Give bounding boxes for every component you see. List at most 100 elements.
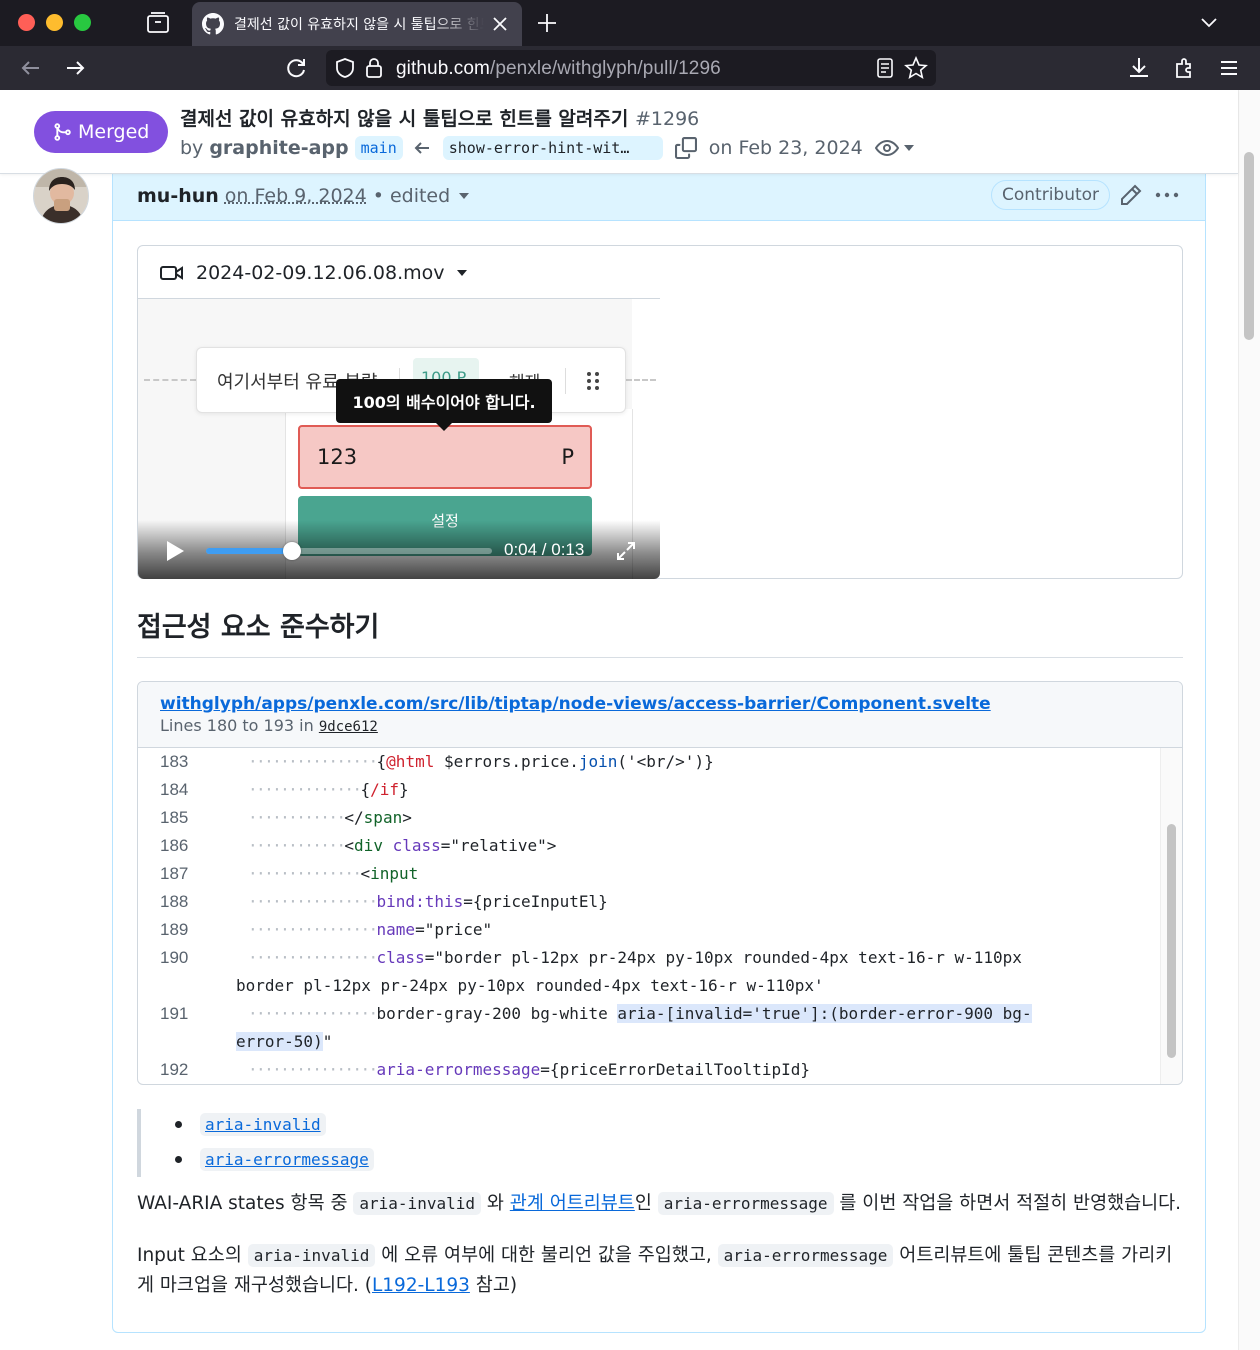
pr-number: #1296 [634, 108, 700, 130]
caret-down-icon[interactable] [458, 191, 470, 201]
paragraph: Input 요소의 aria-invalid 에 오류 여부에 대한 불리언 값… [137, 1241, 1172, 1271]
list-item: aria-invalid [175, 1113, 326, 1136]
line-number[interactable]: 191 [160, 1004, 210, 1024]
tab-manager-icon[interactable] [145, 11, 171, 35]
line-number[interactable]: 186 [160, 836, 210, 856]
pr-sticky-header: Merged 결제선 값이 유효하지 않을 시 툴팁으로 힌트를 알려주기 #1… [0, 90, 1238, 174]
copy-icon[interactable] [674, 137, 697, 159]
list-item: aria-errormessage [175, 1148, 374, 1171]
line-number[interactable]: 184 [160, 780, 210, 800]
seek-progress [206, 548, 292, 554]
file-path-link[interactable]: withglyph/apps/penxle.com/src/lib/tiptap… [160, 694, 991, 714]
lines-range: Lines 180 to 193 in [160, 716, 314, 735]
play-icon[interactable] [164, 539, 186, 563]
paragraph-continuation: 게 마크업을 재구성했습니다. (L192-L193 참고) [137, 1271, 517, 1301]
merged-status-badge: Merged [34, 111, 168, 153]
video-filename: 2024-02-09.12.06.08.mov [196, 262, 445, 284]
line-range-link[interactable]: L192-L193 [372, 1275, 470, 1296]
code-line: ··············<input [248, 864, 419, 883]
comment-date-link[interactable]: on Feb 9, 2024 [225, 185, 367, 207]
code-scroll-thumb[interactable] [1167, 824, 1176, 1058]
page-content: Merged 결제선 값이 유효하지 않을 시 툴팁으로 힌트를 알려주기 #1… [0, 90, 1260, 1350]
video-summary-toggle[interactable]: 2024-02-09.12.06.08.mov [160, 262, 480, 284]
pr-author-link[interactable]: graphite-app [209, 137, 348, 159]
aria-errormessage-link[interactable]: aria-errormessage [200, 1148, 374, 1171]
more-options-icon[interactable] [1153, 183, 1181, 207]
git-merge-icon [54, 123, 71, 141]
contributor-badge: Contributor [991, 180, 1111, 210]
text: 게 마크업을 재구성했습니다. ( [137, 1275, 372, 1296]
merged-label: Merged [78, 121, 150, 143]
browser-titlebar: 결제선 값이 유효하지 않을 시 툴팁으로 힌트를 알려주기 #1296 [0, 0, 1260, 46]
code-line: ············<div class="relative"> [248, 836, 557, 855]
comment-author-link[interactable]: mu-hun [137, 185, 219, 207]
browser-navbar: github.com/penxle/withglyph/pull/1296 [0, 46, 1260, 90]
pencil-icon[interactable] [1119, 183, 1143, 207]
drag-handle-icon [587, 372, 599, 390]
line-number[interactable]: 185 [160, 808, 210, 828]
page-scroll-thumb[interactable] [1244, 152, 1254, 340]
text: 인 [634, 1193, 652, 1214]
back-arrow-icon[interactable] [18, 55, 44, 81]
url-bar[interactable]: github.com/penxle/withglyph/pull/1296 [326, 50, 936, 86]
paragraph: WAI-ARIA states 항목 중 aria-invalid 와 관계 어… [137, 1189, 1181, 1219]
commit-sha-link[interactable]: 9dce612 [319, 719, 378, 735]
extensions-icon[interactable] [1172, 55, 1198, 81]
close-window-button[interactable] [18, 14, 35, 31]
error-tooltip: 100의 배수이어야 합니다. [336, 379, 552, 431]
lock-icon[interactable] [364, 56, 384, 80]
line-number[interactable]: 183 [160, 752, 210, 772]
tab-title: 결제선 값이 유효하지 않을 시 툴팁으로 힌트를 알려주기 #1296 [234, 17, 484, 33]
bookmark-star-icon[interactable] [904, 56, 928, 80]
avatar[interactable] [33, 168, 89, 224]
chevron-down-icon[interactable] [1198, 12, 1220, 34]
code-permalink: withglyph/apps/penxle.com/src/lib/tiptap… [137, 681, 1183, 1085]
downloads-icon[interactable] [1126, 55, 1152, 81]
eye-icon[interactable] [874, 138, 899, 158]
shield-icon[interactable] [334, 57, 356, 79]
aria-invalid-link[interactable]: aria-invalid [200, 1113, 326, 1136]
caret-down-icon[interactable] [903, 143, 915, 153]
inline-code: aria-errormessage [657, 1192, 834, 1215]
page-scrollbar[interactable] [1238, 90, 1260, 1350]
code-line: ················{@html $errors.price.joi… [248, 752, 714, 771]
new-tab-icon[interactable] [535, 11, 559, 35]
reader-view-icon[interactable] [874, 57, 896, 79]
line-number[interactable]: 189 [160, 920, 210, 940]
menu-icon[interactable] [1216, 55, 1242, 81]
reload-icon[interactable] [283, 55, 309, 81]
video-player[interactable]: 여기서부터 유료 분량 100 P 해제 123 P 100의 배수이어야 합니… [138, 298, 660, 579]
base-branch[interactable]: main [354, 136, 403, 160]
text: Input 요소의 [137, 1245, 242, 1266]
pr-meta: by graphite-app main show-error-hint-wit… [180, 134, 915, 162]
code-line: ··············{/if} [248, 780, 409, 799]
edited-label[interactable]: • edited [373, 185, 450, 207]
seek-bar[interactable] [206, 542, 492, 560]
close-tab-icon[interactable] [490, 14, 510, 34]
minimize-window-button[interactable] [46, 14, 63, 31]
code-body: 183 184 185 186 187 188 189 190 191 192 … [138, 748, 1160, 1084]
line-number[interactable]: 188 [160, 892, 210, 912]
bullet [175, 1156, 182, 1163]
code-line: ················class="border pl-12px pr… [248, 948, 1022, 967]
head-branch[interactable]: show-error-hint-wit… [442, 136, 663, 160]
seek-handle[interactable] [282, 542, 301, 560]
arrow-left-icon [414, 142, 429, 154]
line-number[interactable]: 190 [160, 948, 210, 968]
zoom-window-button[interactable] [74, 14, 91, 31]
price-unit: P [561, 445, 574, 469]
line-number[interactable]: 187 [160, 864, 210, 884]
bullet [175, 1121, 182, 1128]
code-scrollbar[interactable] [1160, 748, 1182, 1084]
by-label: by [180, 137, 204, 159]
paywall-divider [144, 379, 196, 381]
code-line: error-50)" [236, 1032, 333, 1051]
browser-tab-active[interactable]: 결제선 값이 유효하지 않을 시 툴팁으로 힌트를 알려주기 #1296 [192, 2, 522, 46]
text: WAI-ARIA states 항목 중 [137, 1193, 348, 1214]
forward-arrow-icon[interactable] [62, 55, 88, 81]
fullscreen-icon[interactable] [614, 539, 638, 563]
url-text[interactable]: github.com/penxle/withglyph/pull/1296 [396, 58, 721, 80]
line-number[interactable]: 192 [160, 1060, 210, 1080]
relationship-attributes-link[interactable]: 관계 어트리뷰트 [510, 1193, 635, 1214]
blockquote-bar [137, 1109, 141, 1177]
